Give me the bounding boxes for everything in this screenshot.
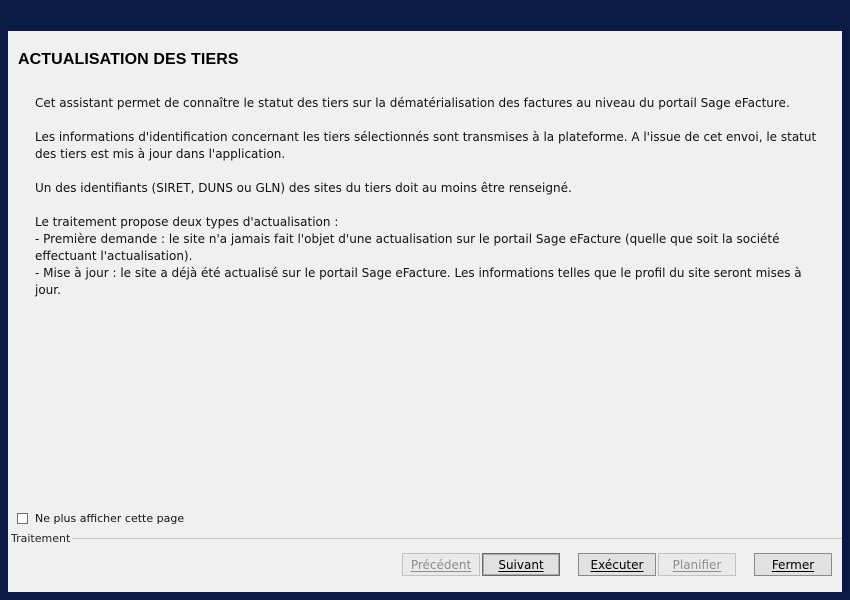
paragraph-intro: Cet assistant permet de connaître le sta… xyxy=(35,96,790,110)
previous-button[interactable]: Précédent xyxy=(402,553,480,576)
description-text: Cet assistant permet de connaître le sta… xyxy=(35,95,825,299)
group-label-traitement: Traitement xyxy=(11,532,73,545)
dont-show-again-checkbox[interactable] xyxy=(17,513,28,524)
paragraph-identification: Les informations d'identification concer… xyxy=(35,130,817,161)
type-first-request: - Première demande : le site n'a jamais … xyxy=(35,232,780,263)
types-intro: Le traitement propose deux types d'actua… xyxy=(35,215,339,229)
close-button[interactable]: Fermer xyxy=(754,553,832,576)
dont-show-again-label: Ne plus afficher cette page xyxy=(35,512,185,525)
schedule-button[interactable]: Planifier xyxy=(658,553,736,576)
assistant-dialog: ACTUALISATION DES TIERS Cet assistant pe… xyxy=(8,31,842,592)
type-update: - Mise à jour : le site a déjà été actua… xyxy=(35,266,802,297)
group-divider xyxy=(63,538,842,539)
dont-show-again-row[interactable]: Ne plus afficher cette page xyxy=(17,512,184,525)
paragraph-identifiers: Un des identifiants (SIRET, DUNS ou GLN)… xyxy=(35,181,572,195)
execute-button[interactable]: Exécuter xyxy=(578,553,656,576)
page-title: ACTUALISATION DES TIERS xyxy=(18,51,239,68)
next-button[interactable]: Suivant xyxy=(482,553,560,576)
